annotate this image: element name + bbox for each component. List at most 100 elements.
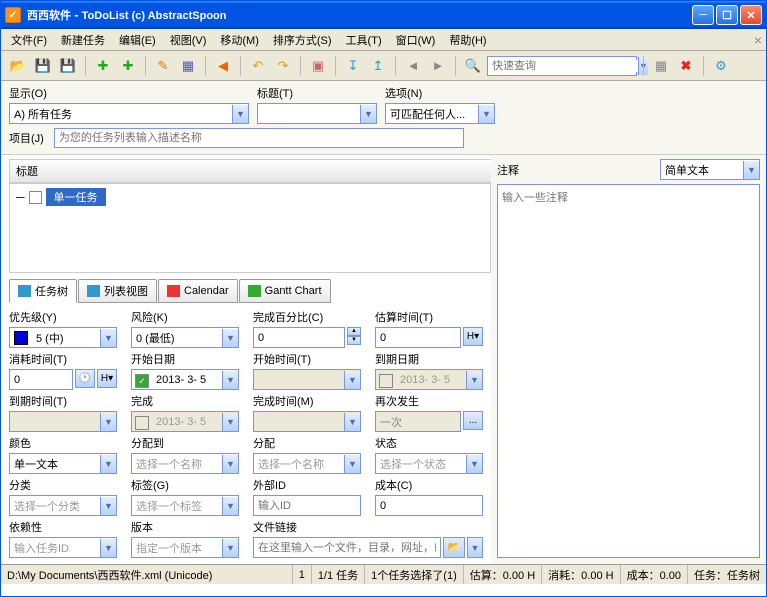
duetime-combo[interactable]: ▼ — [9, 411, 117, 432]
undo-button[interactable]: ↶ — [247, 55, 269, 77]
task-row[interactable]: ─ 单一任务 — [12, 188, 488, 206]
status-view: 任务：任务树 — [687, 565, 766, 584]
prev-button[interactable]: ◄ — [402, 55, 424, 77]
status-label: 状态 — [375, 435, 483, 451]
settings-button[interactable]: ⚙ — [710, 55, 732, 77]
chevron-down-icon[interactable]: ▼ — [478, 105, 494, 123]
donetime-combo[interactable]: ▼ — [253, 411, 361, 432]
menu-sort[interactable]: 排序方式(S) — [267, 30, 338, 50]
column-header-title[interactable]: 标题 — [9, 159, 491, 183]
risk-label: 风险(K) — [131, 309, 239, 325]
assignto-combo[interactable]: 选择一个名称▼ — [131, 453, 239, 474]
filelink-dropdown[interactable]: ▼ — [467, 537, 483, 558]
save-button[interactable]: 💾 — [32, 55, 54, 77]
menu-window[interactable]: 窗口(W) — [390, 30, 442, 50]
percent-input[interactable] — [253, 327, 345, 348]
calendar-icon — [167, 285, 180, 297]
browse-button[interactable]: 📂 — [443, 537, 465, 558]
redo-button[interactable]: ↷ — [272, 55, 294, 77]
status-spent: 消耗：0.00 H — [541, 565, 619, 584]
menu-file[interactable]: 文件(F) — [5, 30, 53, 50]
category-combo[interactable]: 选择一个分类▼ — [9, 495, 117, 516]
menu-help[interactable]: 帮助(H) — [443, 30, 492, 50]
spent-input[interactable] — [9, 369, 73, 390]
est-unit-button[interactable]: H▾ — [463, 327, 483, 346]
status-selected: 1个任务选择了(1) — [364, 565, 463, 584]
extid-input[interactable] — [253, 495, 361, 516]
tab-list-view[interactable]: 列表视图 — [78, 279, 157, 303]
color-combo[interactable]: 单一文本▼ — [9, 453, 117, 474]
tab-gantt[interactable]: Gantt Chart — [239, 279, 331, 303]
duetime-label: 到期时间(T) — [9, 393, 117, 409]
filelink-input[interactable] — [253, 537, 441, 558]
starttime-combo[interactable]: ▼ — [253, 369, 361, 390]
close-button[interactable]: ✕ — [740, 5, 762, 25]
cost-label: 成本(C) — [375, 477, 483, 493]
chevron-down-icon[interactable]: ▼ — [232, 105, 248, 123]
outdent-button[interactable]: ▣ — [307, 55, 329, 77]
title-bar: ✓ 西西软件 - ToDoList (c) AbstractSpoon ─ ☐ … — [1, 1, 766, 29]
task-list[interactable]: ─ 单一任务 — [9, 183, 491, 273]
movedown-button[interactable]: ↧ — [342, 55, 364, 77]
menu-tools[interactable]: 工具(T) — [340, 30, 388, 50]
extid-label: 外部ID — [253, 477, 361, 493]
depend-combo[interactable]: 输入任务ID▼ — [9, 537, 117, 558]
moveup-button[interactable]: ↥ — [367, 55, 389, 77]
priority-combo[interactable]: 5 (中)▼ — [9, 327, 117, 348]
title-filter-combo[interactable]: ▼ — [257, 103, 377, 124]
menu-newtask[interactable]: 新建任务 — [55, 30, 111, 50]
spent-unit-button[interactable]: H▾ — [97, 369, 117, 388]
recur-input[interactable] — [375, 411, 461, 432]
est-input[interactable] — [375, 327, 461, 348]
menu-view[interactable]: 视图(V) — [164, 30, 213, 50]
filter-button[interactable]: ▦ — [650, 55, 672, 77]
display-combo[interactable]: A) 所有任务 ▼ — [9, 103, 249, 124]
display-label: 显示(O) — [9, 85, 249, 101]
tab-calendar[interactable]: Calendar — [158, 279, 238, 303]
find-button[interactable]: 🔍 — [462, 55, 484, 77]
notes-textarea[interactable] — [497, 184, 760, 558]
add-subtask-button[interactable]: ✚ — [117, 55, 139, 77]
version-combo[interactable]: 指定一个版本▼ — [131, 537, 239, 558]
delete-button[interactable]: ✖ — [675, 55, 697, 77]
saveall-button[interactable]: 💾 — [57, 55, 79, 77]
status-combo[interactable]: 选择一个状态▼ — [375, 453, 483, 474]
donetime-label: 完成时间(M) — [253, 393, 361, 409]
notes-type-combo[interactable]: 简单文本▼ — [660, 159, 760, 180]
expand-icon[interactable]: ─ — [16, 190, 25, 204]
list-icon — [87, 285, 100, 297]
flag-button[interactable]: ◀ — [212, 55, 234, 77]
version-label: 版本 — [131, 519, 239, 535]
quick-search-box[interactable]: ▼ — [487, 56, 637, 76]
edit-button[interactable]: ✎ — [152, 55, 174, 77]
status-cost: 成本：0.00 — [620, 565, 687, 584]
tags-combo[interactable]: 选择一个标签▼ — [131, 495, 239, 516]
task-checkbox[interactable] — [29, 191, 42, 204]
donedate-picker[interactable]: 2013- 3- 5▼ — [131, 411, 239, 432]
quick-search-input[interactable] — [488, 60, 638, 72]
spinner-up[interactable]: ▲ — [347, 327, 361, 336]
options-combo[interactable]: 可匹配任何人... ▼ — [385, 103, 495, 124]
spinner-down[interactable]: ▼ — [347, 336, 361, 345]
minimize-button[interactable]: ─ — [692, 5, 714, 25]
assign-combo[interactable]: 选择一个名称▼ — [253, 453, 361, 474]
properties-button[interactable]: ▦ — [177, 55, 199, 77]
status-tasks: 1/1 任务 — [311, 565, 364, 584]
startdate-picker[interactable]: ✓2013- 3- 5▼ — [131, 369, 239, 390]
open-button[interactable]: 📂 — [7, 55, 29, 77]
timer-button[interactable]: 🕐 — [75, 369, 95, 388]
next-button[interactable]: ► — [427, 55, 449, 77]
recur-more-button[interactable]: ... — [463, 411, 483, 430]
add-task-button[interactable]: ✚ — [92, 55, 114, 77]
mdi-close-icon[interactable]: × — [754, 32, 762, 48]
menu-move[interactable]: 移动(M) — [214, 30, 265, 50]
maximize-button[interactable]: ☐ — [716, 5, 738, 25]
duedate-picker[interactable]: 2013- 3- 5▼ — [375, 369, 483, 390]
menu-edit[interactable]: 编辑(E) — [113, 30, 162, 50]
task-title[interactable]: 单一任务 — [46, 188, 106, 206]
project-name-input[interactable] — [54, 128, 464, 148]
tab-task-tree[interactable]: 任务树 — [9, 279, 77, 303]
cost-input[interactable] — [375, 495, 483, 516]
risk-combo[interactable]: 0 (最低)▼ — [131, 327, 239, 348]
chevron-down-icon[interactable]: ▼ — [360, 105, 376, 123]
